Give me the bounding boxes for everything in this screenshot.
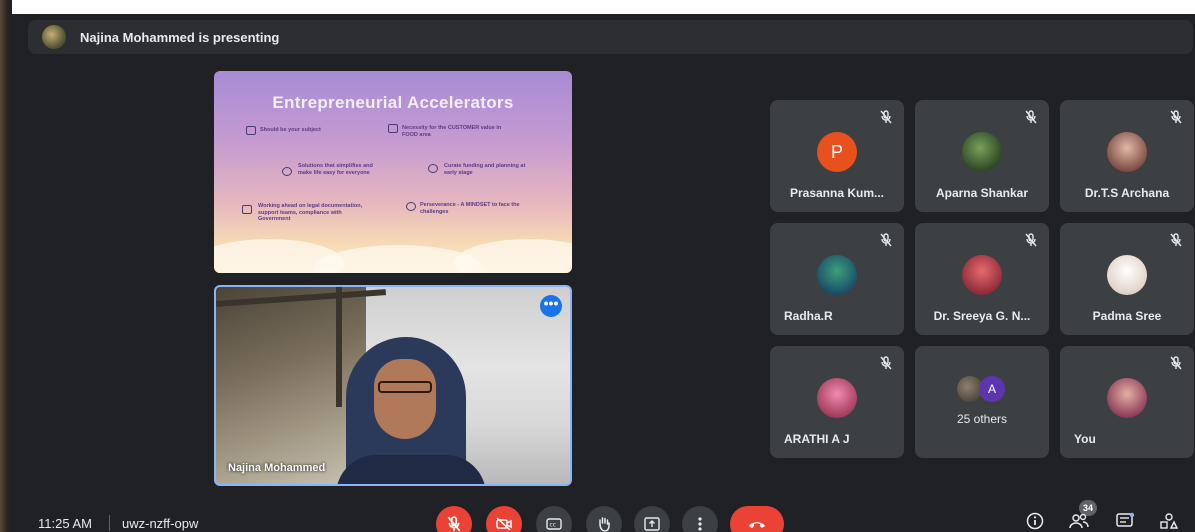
bottom-toolbar: 11:25 AM uwz-nzff-opw cc 34 (0, 500, 1195, 532)
slide-bullet: Perseverance - A MINDSET to face the cha… (420, 202, 520, 215)
mic-off-icon (1023, 233, 1039, 249)
cloud-decoration (454, 239, 572, 273)
participant-name: Aparna Shankar (935, 186, 1029, 200)
participant-name: Radha.R (784, 309, 833, 323)
people-icon[interactable] (1069, 512, 1089, 532)
avatar (1107, 378, 1147, 418)
meeting-time: 11:25 AM (38, 516, 92, 531)
others-count: 25 others (956, 412, 1008, 426)
participant-name: Prasanna Kum... (789, 186, 885, 200)
participant-tile[interactable]: ARATHI A J (770, 346, 904, 458)
others-tile[interactable]: A 25 others (915, 346, 1049, 458)
left-edge (0, 0, 12, 532)
mic-off-icon (1168, 110, 1184, 126)
slide-bullet: Should be your subject (260, 127, 321, 133)
camera-off-icon (496, 517, 512, 531)
participant-tile[interactable]: P Prasanna Kum... (770, 100, 904, 212)
svg-text:cc: cc (550, 522, 557, 529)
participant-name: ARATHI A J (784, 432, 850, 446)
mic-off-icon (1168, 356, 1184, 372)
mic-off-icon (1023, 110, 1039, 126)
captions-button[interactable]: cc (536, 506, 572, 532)
present-icon (644, 517, 660, 531)
avatar: A (979, 376, 1005, 402)
participant-name: You (1074, 432, 1096, 446)
document-icon (242, 205, 252, 214)
others-avatar-stack: A (957, 376, 1017, 406)
avatar (962, 132, 1002, 172)
participant-tile[interactable]: Dr. Sreeya G. N... (915, 223, 1049, 335)
participant-name: Padma Sree (1092, 309, 1162, 323)
tile-options-button[interactable]: ••• (540, 295, 562, 317)
captions-icon: cc (546, 518, 562, 530)
mic-off-icon (878, 110, 894, 126)
slide-bullet: Curate funding and planning at early sta… (444, 163, 526, 176)
speaker-tile[interactable]: ••• Najina Mohammed (214, 285, 572, 486)
avatar (817, 255, 857, 295)
piggy-bank-icon (428, 164, 438, 173)
avatar (962, 255, 1002, 295)
eye-icon (282, 167, 292, 176)
mic-toggle-button[interactable] (436, 506, 472, 532)
avatar (817, 378, 857, 418)
slide-bullet: Working ahead on legal documentation, su… (258, 203, 363, 222)
shared-screen[interactable]: Entrepreneurial Accelerators Should be y… (214, 71, 572, 273)
cart-icon (388, 124, 398, 133)
chat-icon[interactable] (1115, 512, 1135, 532)
slide-bullet: Solutions that simplifies and make life … (298, 163, 373, 176)
more-options-button[interactable] (682, 506, 718, 532)
presenter-avatar (42, 25, 66, 49)
mic-off-icon (1168, 233, 1184, 249)
participant-name: Dr. Sreeya G. N... (933, 309, 1031, 323)
participant-name: Dr.T.S Archana (1084, 186, 1170, 200)
hangup-icon (749, 522, 765, 528)
meet-window: Najina Mohammed is presenting Entreprene… (0, 0, 1195, 532)
raise-hand-icon (599, 517, 610, 532)
info-icon[interactable] (1026, 512, 1044, 532)
speaker-name: Najina Mohammed (228, 462, 326, 474)
present-button[interactable] (634, 506, 670, 532)
leave-call-button[interactable] (730, 506, 784, 532)
avatar (1107, 132, 1147, 172)
activities-icon[interactable] (1159, 512, 1179, 532)
participant-tile[interactable]: Padma Sree (1060, 223, 1194, 335)
mic-off-icon (447, 516, 461, 532)
speaker-video (336, 337, 486, 484)
presenting-text: Najina Mohammed is presenting (80, 29, 280, 45)
camera-toggle-button[interactable] (486, 506, 522, 532)
mic-off-icon (878, 233, 894, 249)
mic-off-icon (878, 356, 894, 372)
top-edge (0, 0, 1195, 14)
divider (109, 515, 110, 531)
person-icon (246, 126, 256, 135)
participant-tile[interactable]: Dr.T.S Archana (1060, 100, 1194, 212)
participant-tile[interactable]: Aparna Shankar (915, 100, 1049, 212)
self-tile[interactable]: You (1060, 346, 1194, 458)
slide-bullet: Necessity for the CUSTOMER value in FOOD… (402, 125, 502, 138)
meeting-code: uwz-nzff-opw (122, 516, 199, 531)
presenting-banner: Najina Mohammed is presenting (28, 20, 1193, 54)
more-vert-icon (698, 517, 702, 531)
avatar: P (817, 132, 857, 172)
slide-title: Entrepreneurial Accelerators (272, 93, 514, 112)
mindset-icon (406, 202, 416, 211)
participant-tile[interactable]: Radha.R (770, 223, 904, 335)
raise-hand-button[interactable] (586, 506, 622, 532)
avatar (1107, 255, 1147, 295)
